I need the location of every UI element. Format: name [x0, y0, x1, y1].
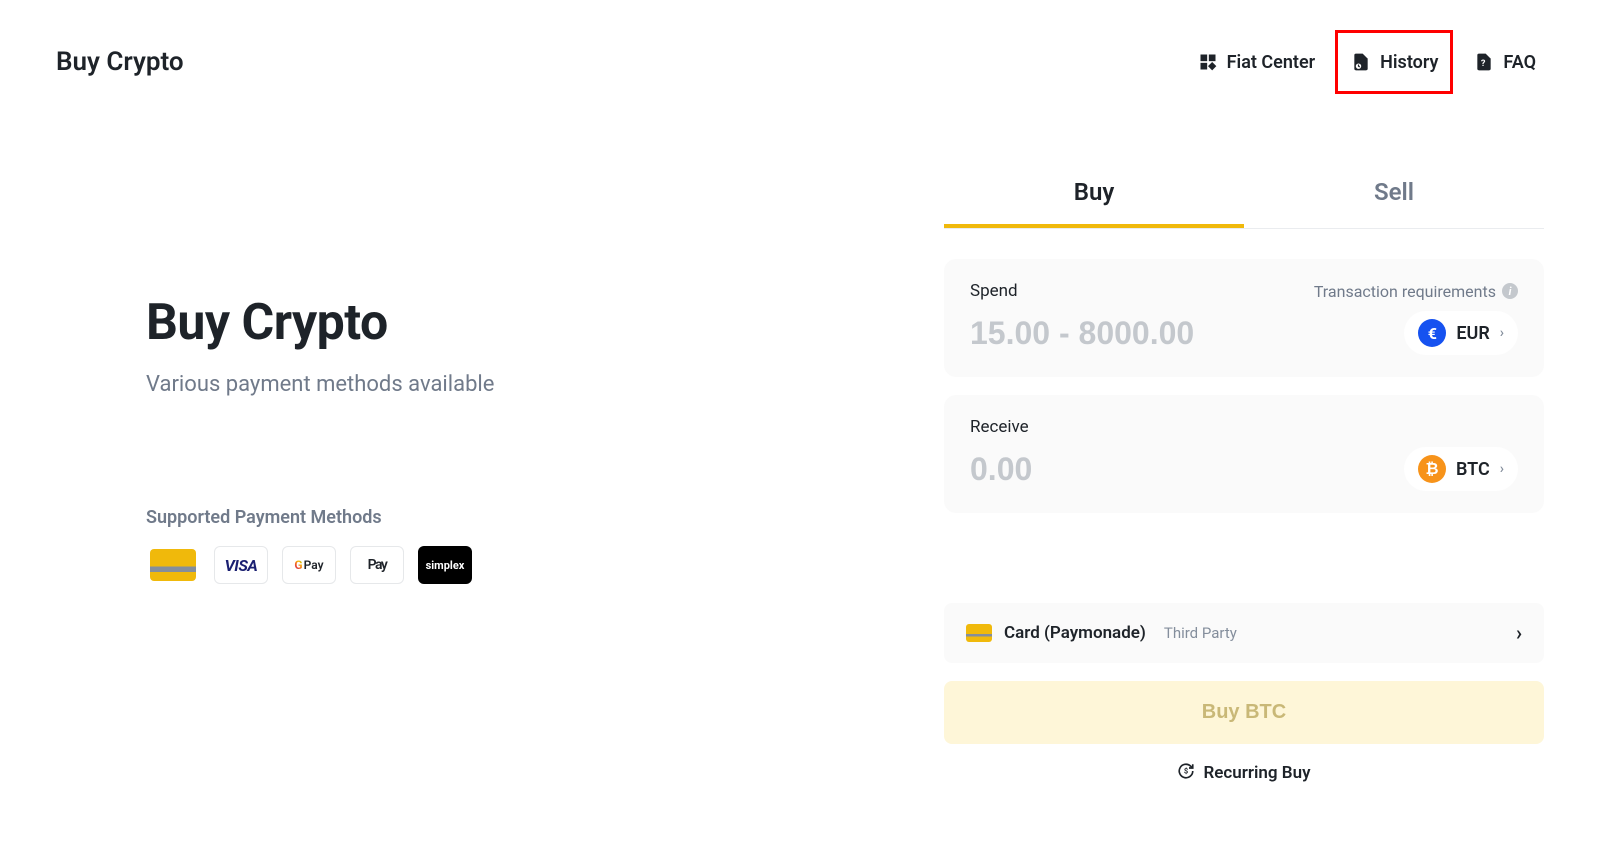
- card-icon: [966, 624, 992, 642]
- nav-fiat-center[interactable]: Fiat Center: [1189, 41, 1323, 83]
- main-content: Buy Crypto Various payment methods avail…: [0, 164, 1600, 784]
- transaction-requirements-link[interactable]: Transaction requirements i: [1314, 282, 1518, 301]
- nav-fiat-center-label: Fiat Center: [1227, 52, 1315, 73]
- chevron-right-icon: ›: [1500, 325, 1504, 341]
- spend-currency-selector[interactable]: € EUR ›: [1404, 311, 1518, 355]
- spend-input[interactable]: [970, 315, 1290, 352]
- receive-currency-selector[interactable]: ₿ BTC ›: [1404, 447, 1518, 491]
- top-bar: Buy Crypto Fiat Center History ? FAQ: [0, 0, 1600, 104]
- tab-sell[interactable]: Sell: [1244, 164, 1544, 228]
- chevron-right-icon: ›: [1516, 621, 1522, 645]
- top-nav: Fiat Center History ? FAQ: [1189, 30, 1544, 94]
- payment-method-card-icon: [146, 546, 200, 584]
- payment-method-tag: Third Party: [1164, 624, 1237, 642]
- receive-input[interactable]: [970, 451, 1290, 488]
- tx-req-label: Transaction requirements: [1314, 282, 1496, 301]
- receive-label: Receive: [970, 417, 1029, 437]
- payment-method-visa: VISA: [214, 546, 268, 584]
- faq-icon: ?: [1473, 51, 1495, 73]
- nav-history-label: History: [1380, 52, 1438, 73]
- payment-method-gpay: G Pay: [282, 546, 336, 584]
- nav-faq[interactable]: ? FAQ: [1465, 41, 1544, 83]
- nav-history[interactable]: History: [1335, 30, 1453, 94]
- trade-tabs: Buy Sell: [944, 164, 1544, 229]
- tab-buy[interactable]: Buy: [944, 164, 1244, 228]
- spend-currency-code: EUR: [1456, 323, 1489, 344]
- svg-text:?: ?: [1481, 59, 1486, 69]
- svg-text:$: $: [1184, 767, 1188, 776]
- receive-card: Receive ₿ BTC ›: [944, 395, 1544, 513]
- grid-icon: [1197, 51, 1219, 73]
- hero-subtitle: Various payment methods available: [146, 372, 616, 397]
- eur-icon: €: [1418, 319, 1446, 347]
- info-icon: i: [1502, 283, 1518, 299]
- history-icon: [1350, 51, 1372, 73]
- buy-button[interactable]: Buy BTC: [944, 681, 1544, 744]
- payment-method-apple-pay: Pay: [350, 546, 404, 584]
- payment-methods-row: VISA G Pay Pay simplex: [146, 546, 616, 584]
- receive-currency-code: BTC: [1456, 459, 1490, 480]
- hero-title: Buy Crypto: [146, 294, 616, 352]
- spend-label: Spend: [970, 281, 1018, 301]
- recurring-buy-link[interactable]: $ Recurring Buy: [944, 762, 1544, 784]
- recurring-icon: $: [1177, 762, 1195, 784]
- trade-panel: Buy Sell Spend Transaction requirements …: [944, 164, 1544, 784]
- page-title: Buy Crypto: [56, 47, 184, 77]
- btc-icon: ₿: [1418, 455, 1446, 483]
- hero-panel: Buy Crypto Various payment methods avail…: [56, 164, 616, 784]
- spend-card: Spend Transaction requirements i € EUR ›: [944, 259, 1544, 377]
- payment-method-name: Card (Paymonade): [1004, 623, 1146, 643]
- payment-method-selector[interactable]: Card (Paymonade) Third Party ›: [944, 603, 1544, 663]
- recurring-buy-label: Recurring Buy: [1203, 763, 1310, 783]
- chevron-right-icon: ›: [1500, 461, 1504, 477]
- nav-faq-label: FAQ: [1503, 52, 1536, 73]
- payment-method-simplex: simplex: [418, 546, 472, 584]
- supported-methods-title: Supported Payment Methods: [146, 507, 616, 528]
